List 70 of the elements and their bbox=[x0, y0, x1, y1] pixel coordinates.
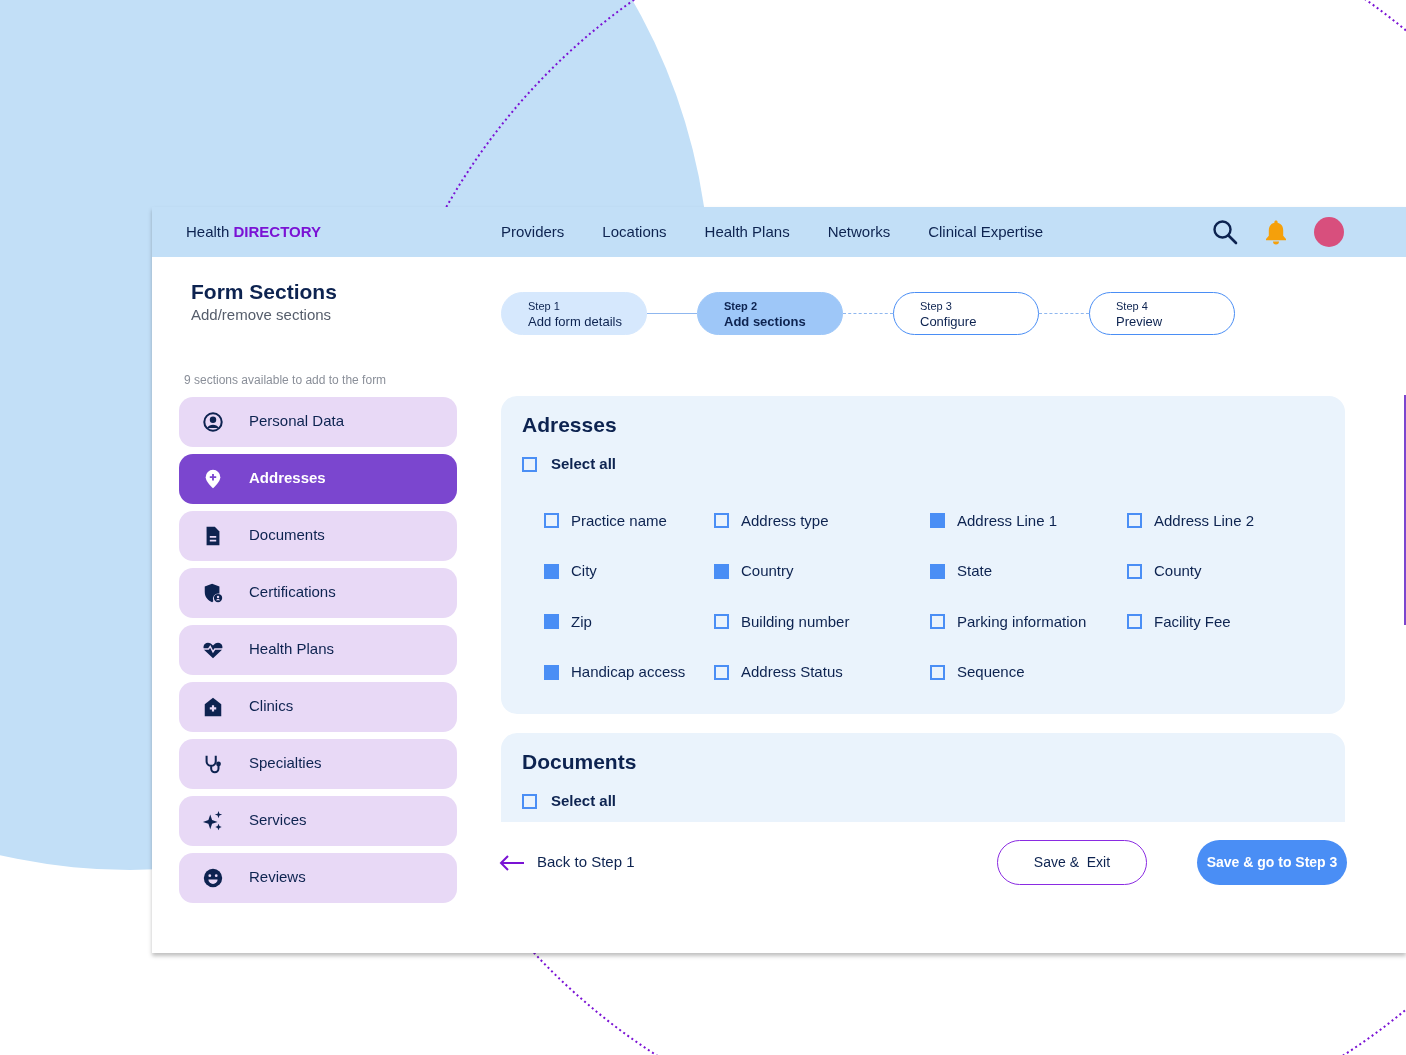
sidebar-item[interactable]: Addresses bbox=[179, 453, 457, 504]
sidebar-item[interactable]: Personal Data bbox=[179, 396, 457, 447]
select-all-label: Select all bbox=[551, 791, 617, 812]
page-title: Form Sections bbox=[191, 279, 338, 305]
sidebar-item[interactable]: Reviews bbox=[179, 852, 457, 903]
checkbox[interactable] bbox=[522, 456, 537, 472]
step-pill[interactable]: Step 4 Preview bbox=[1089, 292, 1235, 335]
field-label: Address Status bbox=[741, 662, 843, 683]
scrollbar-thumb[interactable] bbox=[1404, 395, 1406, 625]
field-label: Practice name bbox=[571, 510, 667, 531]
nav-link[interactable]: Health Plans bbox=[704, 220, 790, 244]
section-title: Adresses bbox=[522, 412, 618, 438]
checkbox[interactable] bbox=[930, 664, 945, 680]
field-label: State bbox=[957, 561, 993, 582]
checkbox[interactable] bbox=[714, 664, 729, 680]
checkbox[interactable] bbox=[714, 614, 729, 630]
checkbox[interactable] bbox=[1127, 563, 1142, 579]
sidebar-item[interactable]: Certifications bbox=[179, 567, 457, 618]
sidebar-item[interactable]: Clinics bbox=[179, 681, 457, 732]
checkbox[interactable] bbox=[544, 664, 559, 680]
nav-link[interactable]: Networks bbox=[827, 220, 891, 244]
field-label: City bbox=[571, 561, 597, 582]
step-pill[interactable]: Step 3 Configure bbox=[893, 292, 1039, 335]
checkbox[interactable] bbox=[522, 793, 537, 809]
search-icon[interactable] bbox=[1212, 219, 1238, 245]
page-subtitle: Add/remove sections bbox=[191, 305, 333, 326]
checkbox[interactable] bbox=[930, 563, 945, 579]
back-link[interactable]: Back to Step 1 bbox=[499, 851, 635, 874]
shield-badge-icon bbox=[202, 581, 224, 604]
checkbox[interactable] bbox=[544, 513, 559, 529]
save-exit-button[interactable]: Save & Exit bbox=[997, 840, 1147, 885]
checkbox[interactable] bbox=[930, 513, 945, 529]
checkbox[interactable] bbox=[1127, 614, 1142, 630]
field-label: County bbox=[1154, 561, 1202, 582]
field-label: Facility Fee bbox=[1154, 611, 1231, 632]
nav-link[interactable]: Providers bbox=[501, 220, 565, 244]
field-label: Address Line 2 bbox=[1154, 510, 1255, 531]
sidebar-item[interactable]: Documents bbox=[179, 510, 457, 561]
field-label: Address Line 1 bbox=[957, 510, 1058, 531]
checkbox[interactable] bbox=[544, 614, 559, 630]
clinic-house-icon bbox=[202, 695, 224, 718]
field-label: Handicap access bbox=[571, 662, 686, 683]
sidebar-item[interactable]: Health Plans bbox=[179, 624, 457, 675]
step-pill[interactable]: Step 2 Add sections bbox=[697, 292, 843, 335]
field-label: Building number bbox=[741, 611, 850, 632]
field-label: Country bbox=[741, 561, 794, 582]
checkbox[interactable] bbox=[714, 563, 729, 579]
smiley-face-icon bbox=[202, 866, 224, 889]
field-label: Sequence bbox=[957, 662, 1025, 683]
brand-logo[interactable]: Health DIRECTORY bbox=[186, 220, 501, 244]
section-title: Documents bbox=[522, 749, 638, 775]
step-pill[interactable]: Step 1 Add form details bbox=[501, 292, 647, 335]
checkbox[interactable] bbox=[1127, 513, 1142, 529]
checkbox[interactable] bbox=[930, 614, 945, 630]
person-circle-icon bbox=[202, 410, 224, 433]
sparkles-icon bbox=[202, 809, 224, 832]
bell-icon[interactable] bbox=[1264, 219, 1288, 245]
field-label: Parking information bbox=[957, 611, 1087, 632]
checkbox[interactable] bbox=[544, 563, 559, 579]
nav-link[interactable]: Locations bbox=[602, 220, 667, 244]
checkbox[interactable] bbox=[714, 513, 729, 529]
sections-count-caption: 9 sections available to add to the form bbox=[184, 371, 388, 389]
sidebar-item[interactable]: Specialties bbox=[179, 738, 457, 789]
left-arrow-icon bbox=[499, 854, 525, 871]
field-label: Address type bbox=[741, 510, 829, 531]
sidebar-item[interactable]: Services bbox=[179, 795, 457, 846]
user-avatar[interactable] bbox=[1314, 217, 1344, 247]
nav-link[interactable]: Clinical Expertise bbox=[928, 220, 1044, 244]
field-label: Zip bbox=[571, 611, 592, 632]
select-all-label: Select all bbox=[551, 454, 617, 475]
